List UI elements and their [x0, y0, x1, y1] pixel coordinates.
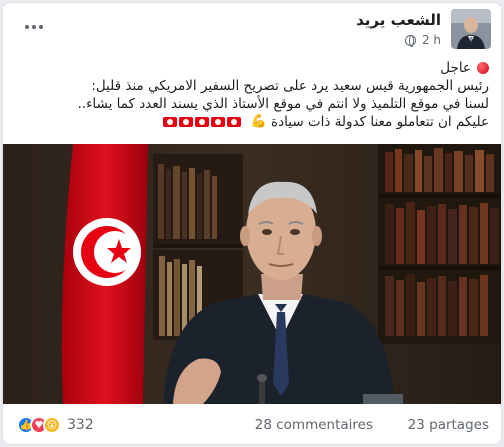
facebook-post: الشعب يريد 2 h عاجل رئيس الجمهورية قيس س… — [2, 2, 502, 445]
more-icon — [25, 25, 29, 29]
post-line-4-text: عليكم ان تتعاملو معنا كدولة ذات سيادة — [271, 114, 489, 130]
reaction-count: 332 — [67, 417, 94, 433]
tunisia-flags — [162, 117, 241, 127]
post-line-4: عليكم ان تتعاملو معنا كدولة ذات سيادة 💪 — [13, 113, 489, 131]
globe-icon — [404, 34, 416, 47]
post-photo[interactable] — [3, 144, 501, 404]
shares-count-link[interactable]: 23 partages — [408, 417, 489, 433]
comments-count-link[interactable]: 28 commentaires — [255, 417, 373, 433]
post-time[interactable]: 2 h — [422, 33, 441, 47]
post-meta: 2 h — [404, 33, 441, 47]
tunisia-flag-icon — [194, 117, 209, 127]
avatar-image — [451, 9, 491, 49]
more-icon-dot — [32, 25, 36, 29]
post-line-1: عاجل — [13, 59, 489, 77]
tunisia-flag-icon — [162, 117, 177, 127]
urgent-label: عاجل — [440, 60, 471, 76]
post-photo-image — [3, 144, 501, 404]
avatar[interactable] — [451, 9, 491, 49]
post-footer: 👍 ♥ 😮 332 28 commentaires 23 partages — [3, 404, 501, 444]
post-line-3: لسنا في موقع التلميذ ولا انتم في موقع ال… — [77, 96, 490, 112]
page-name-link[interactable]: الشعب يريد — [356, 11, 441, 29]
reactions-summary[interactable]: 👍 ♥ 😮 332 — [17, 416, 94, 434]
tunisia-flag-icon — [226, 117, 241, 127]
wow-reaction-icon: 😮 — [43, 416, 61, 434]
red-circle-icon — [477, 62, 489, 74]
post-text: عاجل رئيس الجمهورية قيس سعيد يرد على تصر… — [13, 59, 489, 131]
more-icon-dot — [39, 25, 43, 29]
tunisia-flag-icon — [210, 117, 225, 127]
post-header: الشعب يريد 2 h — [3, 3, 501, 55]
flexed-biceps-icon: 💪 — [250, 114, 268, 129]
tunisia-flag-icon — [178, 117, 193, 127]
post-line-2: رئيس الجمهورية قيس سعيد يرد على تصريح ال… — [91, 78, 489, 94]
more-options-button[interactable] — [19, 17, 49, 37]
